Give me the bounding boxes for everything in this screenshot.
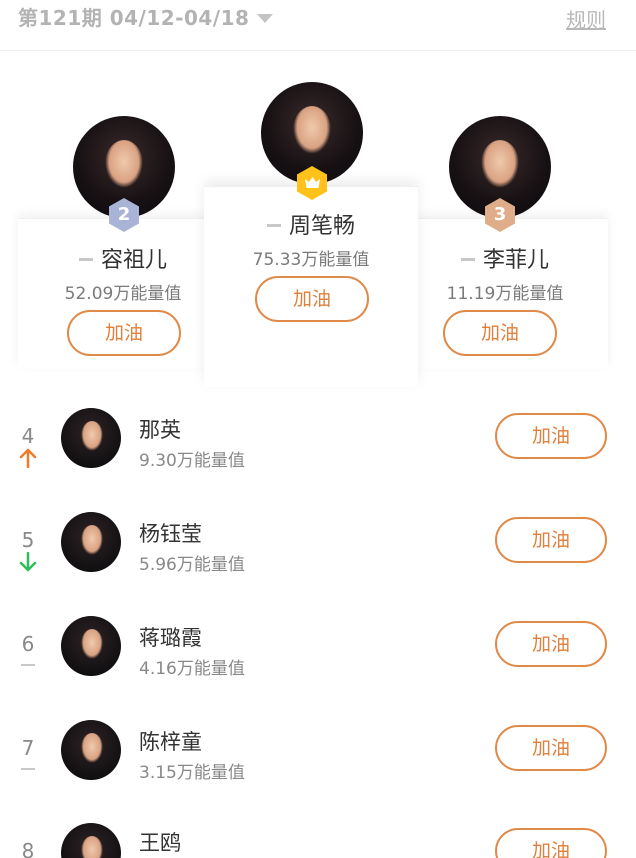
avatar[interactable] [61, 616, 121, 676]
rank-number: 7 [21, 736, 35, 760]
avatar[interactable] [61, 823, 121, 858]
cheer-button[interactable]: 加油 [495, 413, 607, 459]
cheer-button[interactable]: 加油 [495, 725, 607, 771]
energy-score: 3.15万能量值 [139, 763, 245, 783]
list-item: 8 王鸥 加油 [0, 823, 636, 858]
rank-unchanged-icon [21, 664, 35, 666]
rank-number: 6 [21, 632, 35, 656]
cheer-button[interactable]: 加油 [495, 828, 607, 858]
energy-score: 4.16万能量值 [139, 659, 245, 679]
singer-name: 杨钰莹 [139, 522, 202, 546]
list-item: 5 杨钰莹 5.96万能量值 加油 [0, 512, 636, 616]
chevron-down-icon [257, 13, 274, 23]
list-item: 4 那英 9.30万能量值 加油 [0, 408, 636, 512]
podium-score-third: 11.19万能量值 [446, 284, 564, 304]
crown-icon [305, 177, 320, 188]
rank-number: 4 [21, 424, 35, 448]
rank-unchanged-icon [21, 768, 35, 770]
cheer-button[interactable]: 加油 [495, 621, 607, 667]
rank-unchanged-icon [78, 257, 93, 261]
list-item: 7 陈梓童 3.15万能量值 加油 [0, 720, 636, 824]
singer-name: 王鸥 [139, 831, 181, 855]
podium-name-third: 李菲儿 [400, 242, 610, 274]
energy-score: 9.30万能量值 [139, 451, 245, 471]
rank-down-arrow-icon [19, 552, 37, 572]
period-selector[interactable]: 第121期 04/12-04/18 [18, 2, 274, 31]
podium-name-first: 周笔畅 [204, 208, 418, 240]
energy-score: 5.96万能量值 [139, 555, 245, 575]
cheer-button[interactable]: 加油 [495, 517, 607, 563]
podium-score-second: 52.09万能量值 [64, 284, 182, 304]
cheer-button-second[interactable]: 加油 [67, 310, 181, 356]
period-label: 第121期 04/12-04/18 [18, 6, 250, 30]
list-item: 6 蒋璐霞 4.16万能量值 加油 [0, 616, 636, 720]
rank-unchanged-icon [266, 223, 281, 227]
rank-number: 5 [21, 528, 35, 552]
avatar[interactable] [61, 720, 121, 780]
avatar[interactable] [61, 408, 121, 468]
podium-name-second: 容祖儿 [18, 242, 228, 274]
rank-up-arrow-icon [19, 448, 37, 468]
rank-number: 8 [21, 839, 35, 858]
avatar[interactable] [61, 512, 121, 572]
cheer-button-first[interactable]: 加油 [255, 276, 369, 322]
rank-unchanged-icon [460, 257, 475, 261]
cheer-button-third[interactable]: 加油 [443, 310, 557, 356]
podium-score-first: 75.33万能量值 [252, 250, 370, 270]
top-bar: 第121期 04/12-04/18 规则 [0, 0, 636, 51]
singer-name: 那英 [139, 418, 181, 442]
singer-name: 陈梓童 [139, 730, 202, 754]
singer-name: 蒋璐霞 [139, 626, 202, 650]
rules-link[interactable]: 规则 [566, 4, 606, 33]
